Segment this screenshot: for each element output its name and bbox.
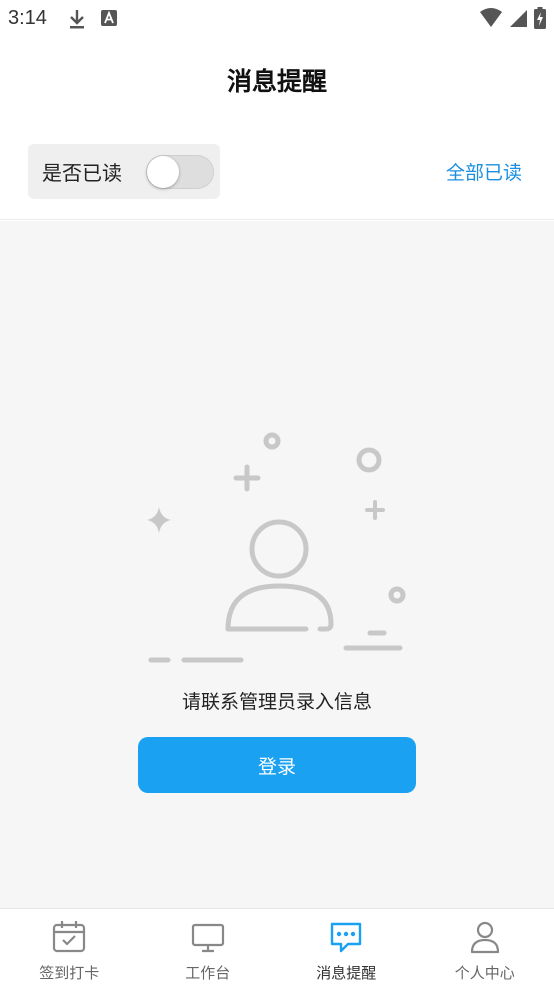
- calendar-check-icon: [51, 920, 87, 954]
- chat-bubble-icon: [328, 920, 364, 954]
- read-filter: 是否已读: [28, 144, 220, 199]
- nav-label: 消息提醒: [316, 964, 377, 982]
- mark-all-read-button[interactable]: 全部已读: [446, 158, 522, 185]
- nav-label: 个人中心: [454, 964, 515, 982]
- person-icon: [467, 920, 503, 954]
- read-filter-label: 是否已读: [42, 161, 122, 185]
- wifi-icon: [480, 8, 502, 32]
- decor-circle-icon: [263, 432, 281, 450]
- decor-circle-icon: [356, 447, 382, 473]
- toggle-knob: [147, 156, 179, 188]
- status-bar: 3:14: [0, 0, 554, 40]
- message-list-area: 请联系管理员录入信息 登录: [0, 221, 554, 908]
- decor-circle-icon: [388, 586, 406, 604]
- download-icon: [68, 8, 86, 34]
- bottom-nav: 签到打卡 工作台 消息提醒 个人中心: [0, 908, 554, 984]
- plus-sparkle-icon: [233, 464, 261, 492]
- read-toggle[interactable]: [146, 155, 214, 189]
- filter-row: 是否已读 全部已读: [0, 120, 554, 220]
- plus-sparkle-icon: [365, 500, 385, 520]
- nav-label: 工作台: [185, 964, 231, 982]
- battery-icon: [534, 7, 546, 33]
- header: 消息提醒: [0, 40, 554, 120]
- nav-item-profile[interactable]: 个人中心: [416, 909, 554, 984]
- empty-state-message: 请联系管理员录入信息: [181, 691, 372, 713]
- cell-signal-icon: [508, 8, 528, 32]
- status-time: 3:14: [8, 7, 47, 29]
- app-notification-icon: [100, 8, 118, 34]
- nav-item-messages[interactable]: 消息提醒: [277, 909, 416, 984]
- nav-item-checkin[interactable]: 签到打卡: [0, 909, 139, 984]
- empty-state-illustration: [140, 426, 420, 676]
- page-title: 消息提醒: [226, 67, 327, 96]
- star-sparkle-icon: [147, 507, 171, 533]
- login-button[interactable]: 登录: [138, 737, 416, 793]
- nav-label: 签到打卡: [39, 964, 100, 982]
- person-body-icon: [225, 583, 334, 632]
- monitor-icon: [190, 920, 226, 954]
- nav-item-workbench[interactable]: 工作台: [139, 909, 278, 984]
- person-head-icon: [249, 519, 309, 579]
